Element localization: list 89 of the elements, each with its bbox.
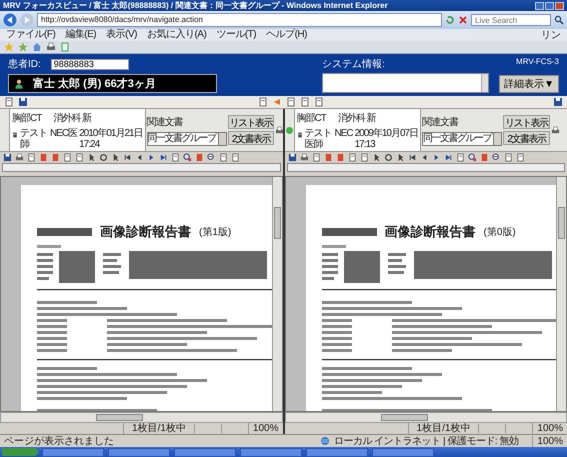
- vertical-scrollbar[interactable]: [556, 177, 566, 411]
- menu-item[interactable]: お気に入り(A): [146, 29, 206, 41]
- rotate-icon[interactable]: [99, 153, 108, 162]
- dual-view-button[interactable]: 2文書表示: [503, 131, 550, 145]
- time: 17:13: [354, 138, 376, 150]
- print-icon[interactable]: [275, 126, 284, 134]
- close-button[interactable]: [555, 2, 564, 10]
- first-page-icon[interactable]: [123, 153, 132, 162]
- redaction-bar: [322, 228, 376, 236]
- print-icon[interactable]: [46, 42, 56, 52]
- department: 消外科 新: [53, 112, 92, 124]
- author: テスト師: [20, 128, 48, 150]
- globe-icon: [320, 436, 330, 446]
- window-title: MRV フォーカスビュー / 富士 太郎(98888883) / 関連文書：同一文書グループ - Windows Internet Explorer: [3, 0, 389, 11]
- search-icon[interactable]: [554, 15, 564, 25]
- report-version: (第0版): [484, 226, 516, 239]
- menu-item[interactable]: ファイル(F): [6, 29, 56, 41]
- search-field[interactable]: Live Search: [471, 14, 551, 26]
- report-title: 画像診断報告書: [384, 223, 476, 241]
- patient-name: 富士 太郎 (男) 66才3ヶ月: [33, 76, 156, 91]
- refresh-icon[interactable]: [445, 15, 455, 25]
- save-icon[interactable]: [553, 97, 563, 107]
- status-text: ページが表示されました: [4, 434, 114, 448]
- start-button[interactable]: [2, 448, 38, 456]
- zoom-in-icon[interactable]: [468, 153, 476, 162]
- print-icon[interactable]: [550, 126, 560, 134]
- vertical-scrollbar[interactable]: [272, 177, 282, 411]
- last-page-icon[interactable]: [444, 153, 452, 162]
- author: テスト医師: [304, 128, 332, 150]
- system-info-field[interactable]: [322, 73, 490, 93]
- list-view-button[interactable]: リスト表示: [503, 115, 550, 129]
- left-arrow-icon[interactable]: [272, 97, 282, 107]
- save-icon[interactable]: [18, 97, 28, 107]
- related-documents-select[interactable]: 同一文書グループ: [422, 132, 502, 146]
- star-icon[interactable]: [4, 42, 14, 52]
- save-icon[interactable]: [288, 153, 296, 162]
- horizontal-scrollbar[interactable]: [284, 412, 567, 423]
- patient-id-label: 患者ID:: [8, 58, 41, 71]
- security-zone: ローカル イントラネット | 保護モード: 無効: [334, 434, 520, 448]
- zoom-in-icon[interactable]: [183, 153, 192, 162]
- text-field[interactable]: [286, 163, 565, 172]
- time: 17:24: [79, 138, 101, 150]
- hospital: NEC: [334, 128, 353, 138]
- zoom-out-icon[interactable]: [207, 153, 216, 162]
- pointer-icon[interactable]: [372, 153, 380, 162]
- exam-type: 胸部CT: [296, 112, 326, 124]
- print-icon[interactable]: [300, 153, 308, 162]
- system-info-label: システム情報:: [322, 58, 386, 71]
- list-view-button[interactable]: リスト表示: [228, 115, 274, 129]
- related-documents-select[interactable]: 同一文書グループ: [146, 132, 227, 146]
- document-icon: [296, 130, 302, 138]
- related-documents-label: 関連文書: [146, 116, 184, 128]
- pointer-icon[interactable]: [87, 153, 96, 162]
- print-icon[interactable]: [15, 153, 24, 162]
- minimize-button[interactable]: [535, 2, 544, 10]
- text-field[interactable]: [2, 163, 280, 172]
- menu-item[interactable]: ヘルプ(H): [266, 29, 307, 41]
- document-icon: [12, 130, 18, 138]
- redaction-bar: [37, 228, 92, 236]
- last-page-icon[interactable]: [159, 153, 168, 162]
- patient-id-field[interactable]: 98888883: [50, 58, 129, 70]
- menu-item[interactable]: 表示(V): [106, 29, 137, 41]
- save-icon[interactable]: [3, 153, 12, 162]
- detail-button[interactable]: 詳細表示▼: [499, 75, 559, 93]
- pointer-icon[interactable]: [111, 153, 120, 162]
- rotate-icon[interactable]: [384, 153, 392, 162]
- report-version: (第1版): [199, 226, 232, 239]
- pointer-icon[interactable]: [396, 153, 404, 162]
- zoom-out-icon[interactable]: [492, 153, 500, 162]
- exam-type: 胸部CT: [12, 112, 42, 124]
- hospital: NEC医: [50, 128, 78, 138]
- department: 消外科 新: [338, 112, 376, 124]
- address-field[interactable]: http://ovdaview8080/dacs/mrv/navigate.action: [37, 13, 442, 27]
- scrollbar[interactable]: [481, 74, 488, 92]
- links-label[interactable]: リン: [541, 28, 561, 42]
- menu-item[interactable]: 編集(E): [65, 29, 96, 41]
- date: 2009年10月07日: [354, 128, 418, 138]
- dual-view-button[interactable]: 2文書表示: [228, 131, 274, 145]
- back-button[interactable]: [3, 13, 17, 27]
- related-documents-label: 関連文書: [422, 116, 460, 128]
- system-code: MRV-FCS-3: [516, 57, 559, 66]
- person-icon: [15, 78, 23, 88]
- horizontal-scrollbar[interactable]: [0, 412, 282, 423]
- report-title: 画像診断報告書: [100, 223, 191, 241]
- menu-item[interactable]: ツール(T): [216, 29, 256, 41]
- stop-icon[interactable]: [458, 15, 468, 25]
- first-page-icon[interactable]: [408, 153, 416, 162]
- date: 2010年01月21日: [79, 128, 143, 138]
- maximize-button[interactable]: [545, 2, 554, 10]
